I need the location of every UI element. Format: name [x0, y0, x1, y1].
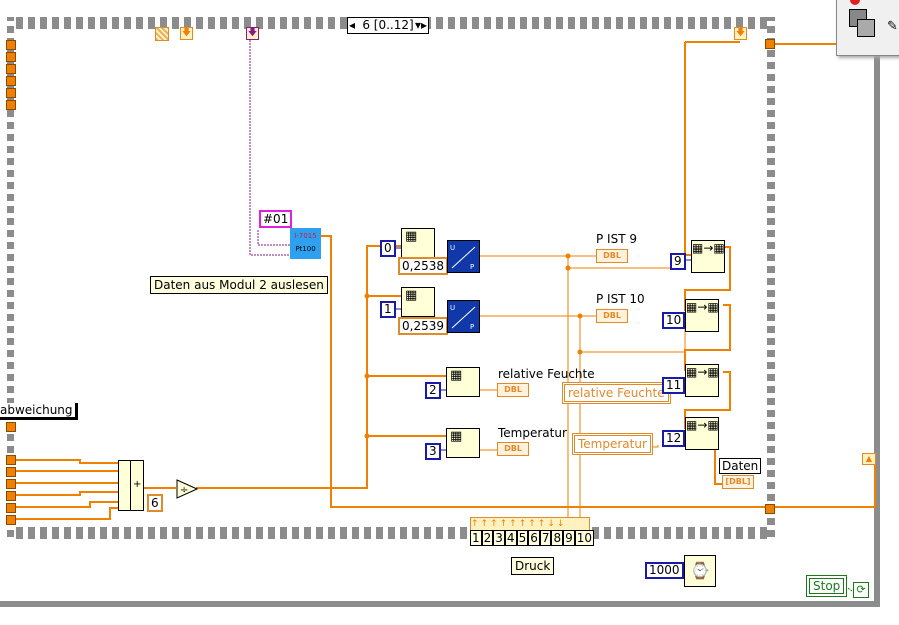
cluster-element: 6 — [528, 530, 540, 546]
svg-text:P: P — [470, 323, 474, 331]
indicator-label-p-ist-9: P IST 9 — [596, 232, 637, 246]
druck-cluster-arrows: ↑↑↑↑↑↑↑↑↓↓ — [470, 517, 590, 531]
indicator-p-ist-10[interactable]: DBL — [596, 309, 628, 323]
loop-condition-icon[interactable]: ⟳ — [853, 582, 869, 598]
cluster-element: 5 — [516, 530, 529, 546]
index-constant-2[interactable]: 2 — [425, 382, 441, 399]
sequence-local-top — [155, 27, 169, 41]
index-constant-12[interactable]: 12 — [662, 430, 686, 447]
svg-text:P: P — [470, 263, 474, 271]
watch-icon: ⌚ — [690, 561, 710, 580]
replace-array-subset-12[interactable]: ▦→▦ — [685, 417, 719, 450]
sequence-local-out-icon: 🡇 — [734, 27, 747, 40]
cluster-element: 2 — [481, 530, 494, 546]
cluster-element: 3 — [493, 530, 505, 546]
svg-text:÷: ÷ — [180, 485, 188, 496]
factor-constant-1[interactable]: 0,2539 — [398, 317, 448, 335]
indicator-p-ist-9[interactable]: DBL — [596, 249, 628, 263]
wait-ms-node[interactable]: ⌚ — [684, 555, 716, 587]
index-constant-9[interactable]: 9 — [670, 253, 686, 270]
compound-add-node[interactable]: + — [118, 460, 144, 511]
replace-array-subset-10[interactable]: ▦→▦ — [685, 299, 719, 332]
index-array-0[interactable]: ▦ — [401, 228, 435, 258]
address-constant[interactable]: #01 — [259, 210, 293, 228]
indicator-daten[interactable]: [DBL] — [722, 475, 754, 489]
indicator-relative-feuchte[interactable]: DBL — [497, 383, 529, 397]
index-constant-10[interactable]: 10 — [662, 312, 686, 329]
index-array-1[interactable]: ▦ — [401, 287, 435, 317]
sequence-local-arrow-icon: 🡇 — [180, 27, 193, 40]
svg-text:U: U — [450, 244, 455, 252]
stop-button-terminal[interactable]: Stop — [806, 575, 848, 597]
divide-node[interactable]: ÷ — [176, 479, 198, 499]
indicator-label-p-ist-10: P IST 10 — [596, 292, 645, 306]
cluster-element: 1 — [470, 530, 482, 546]
comment-label: Daten aus Modul 2 auslesen — [150, 276, 328, 294]
factor-constant-0[interactable]: 0,2538 — [398, 257, 448, 275]
shift-register-icon: ▲ — [862, 453, 876, 465]
cluster-element: 10 — [574, 530, 595, 546]
replace-array-subset-9[interactable]: ▦→▦ — [691, 240, 725, 273]
index-array-2[interactable]: ▦ — [446, 367, 480, 397]
tools-palette[interactable]: ✎ — [836, 0, 899, 56]
voltage-to-pressure-subvi-0[interactable]: UP — [447, 240, 480, 273]
index-array-3[interactable]: ▦ — [446, 428, 480, 458]
device-name: I-7015 — [294, 232, 317, 240]
pencil-icon[interactable]: ✎ — [887, 19, 898, 34]
sequence-local-refnum-icon: 🡇 — [246, 27, 259, 40]
indicator-label-temperatur: Temperatur — [498, 426, 567, 440]
svg-text:U: U — [450, 304, 455, 312]
wait-ms-constant[interactable]: 1000 — [645, 562, 684, 579]
index-constant-11[interactable]: 11 — [662, 377, 686, 394]
plus-icon: + — [133, 479, 142, 490]
druck-cluster-elements[interactable]: 1 2 3 4 5 6 7 8 9 10 — [470, 530, 595, 546]
index-constant-1[interactable]: 1 — [380, 301, 396, 318]
stop-sign-icon[interactable] — [850, 0, 860, 5]
device-sensor: Pt100 — [295, 245, 316, 253]
druck-label: Druck — [511, 557, 555, 575]
cluster-element: 7 — [539, 530, 552, 546]
replace-array-subset-11[interactable]: ▦→▦ — [685, 364, 719, 397]
local-variable-temperatur[interactable]: Temperatur — [572, 433, 653, 455]
indicator-label-daten: Daten — [719, 458, 762, 474]
local-variable-relative-feuchte[interactable]: relative Feuchte — [562, 382, 671, 404]
indicator-temperatur[interactable]: DBL — [497, 442, 529, 456]
index-constant-3[interactable]: 3 — [425, 443, 441, 460]
index-constant-0[interactable]: 0 — [380, 240, 396, 257]
cluster-element: 4 — [504, 530, 517, 546]
cluster-element: 9 — [563, 530, 575, 546]
indicator-label-relative-feuchte: relative Feuchte — [498, 367, 595, 381]
cluster-element: 8 — [551, 530, 564, 546]
i7015-subvi[interactable]: I-7015 Pt100 — [290, 228, 321, 259]
voltage-to-pressure-subvi-1[interactable]: UP — [447, 300, 480, 333]
divisor-constant[interactable]: 6 — [147, 494, 163, 512]
left-label: abweichung — [0, 403, 78, 420]
